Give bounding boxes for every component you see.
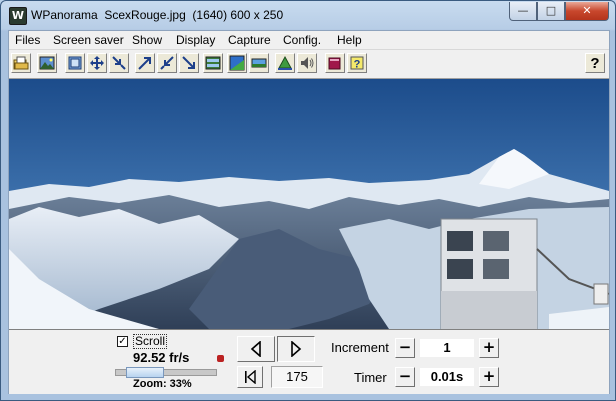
expand-diagonal-icon — [182, 56, 195, 69]
book-button[interactable] — [325, 53, 345, 73]
title-bar[interactable]: W WPanorama ScexRouge.jpg (1640) 600 x 2… — [1, 1, 615, 29]
increment-value[interactable]: 1 — [419, 338, 475, 358]
frame-position-field[interactable]: 175 — [271, 366, 323, 388]
window-title: WPanorama ScexRouge.jpg (1640) 600 x 250 — [31, 8, 284, 22]
sound-button[interactable] — [297, 53, 317, 73]
close-button[interactable]: ✕ — [565, 2, 609, 21]
timer-minus-button[interactable]: − — [395, 367, 415, 387]
help-topic-button[interactable]: ? — [347, 53, 367, 73]
menu-files[interactable]: Files — [15, 33, 40, 47]
go-to-start-button[interactable] — [237, 366, 263, 388]
menu-help[interactable]: Help — [337, 33, 362, 47]
app-window: W WPanorama ScexRouge.jpg (1640) 600 x 2… — [0, 0, 616, 401]
scroll-checkbox-label[interactable]: Scroll — [133, 334, 168, 349]
gradient-button[interactable] — [227, 53, 247, 73]
panorama-strip-button[interactable] — [249, 53, 269, 73]
toolbar: ? ? — [9, 50, 609, 79]
triangle-left-icon — [250, 341, 261, 357]
picture-icon — [39, 56, 55, 70]
panorama-image — [9, 79, 609, 329]
shrink-diagonal-icon — [160, 56, 174, 70]
minimize-button[interactable]: — — [509, 2, 537, 21]
expand-icon — [138, 57, 151, 70]
scroll-checkbox[interactable]: ✓ — [117, 336, 128, 347]
record-indicator-icon — [217, 355, 224, 362]
caption-buttons: — □ ✕ — [509, 2, 609, 21]
increment-label: Increment — [331, 340, 389, 355]
help-icon: ? — [590, 54, 600, 72]
maximize-button[interactable]: □ — [537, 2, 565, 21]
menu-capture[interactable]: Capture — [228, 33, 271, 47]
client-area: Files Screen saver Show Display Capture … — [8, 30, 610, 394]
open-file-button[interactable] — [11, 53, 31, 73]
move-icon — [90, 56, 104, 70]
menu-show[interactable]: Show — [132, 33, 162, 47]
gradient-icon — [229, 55, 245, 71]
expand-diagonal-button[interactable] — [179, 53, 199, 73]
panorama-strip-icon — [251, 58, 267, 68]
zoom-label: Zoom: 33% — [133, 378, 192, 390]
pyramid-icon — [278, 55, 292, 70]
move-button[interactable] — [87, 53, 107, 73]
panorama-view[interactable] — [9, 79, 609, 329]
filmstrip-icon — [205, 56, 221, 70]
first-frame-icon — [245, 370, 256, 384]
book-icon — [328, 57, 341, 70]
svg-text:?: ? — [354, 59, 361, 71]
expand-button[interactable] — [135, 53, 155, 73]
filmstrip-button[interactable] — [203, 53, 223, 73]
help-topic-icon: ? — [350, 56, 364, 71]
app-icon[interactable]: W — [9, 7, 27, 25]
help-button[interactable]: ? — [585, 53, 605, 73]
picture-button[interactable] — [37, 53, 57, 73]
menu-display[interactable]: Display — [176, 33, 215, 47]
timer-plus-button[interactable]: + — [479, 367, 499, 387]
pyramid-button[interactable] — [275, 53, 295, 73]
timer-label: Timer — [354, 370, 387, 385]
shrink-button[interactable] — [109, 53, 129, 73]
open-file-icon — [13, 56, 29, 70]
zoom-slider-thumb[interactable] — [126, 367, 164, 378]
increment-minus-button[interactable]: − — [395, 338, 415, 358]
menu-screen-saver[interactable]: Screen saver — [53, 33, 124, 47]
speaker-icon — [301, 57, 314, 69]
fit-window-button[interactable] — [65, 53, 85, 73]
menu-config[interactable]: Config. — [283, 33, 321, 47]
shrink-diagonal-button[interactable] — [157, 53, 177, 73]
menu-bar: Files Screen saver Show Display Capture … — [9, 31, 609, 50]
scroll-left-button[interactable] — [237, 336, 275, 362]
fit-window-icon — [68, 56, 82, 70]
shrink-icon — [112, 56, 126, 70]
timer-value[interactable]: 0.01s — [419, 367, 475, 387]
frame-rate-readout: 92.52 fr/s — [133, 350, 190, 365]
scroll-right-button[interactable] — [277, 336, 315, 362]
triangle-right-icon — [291, 341, 302, 357]
control-panel: ✓ Scroll 92.52 fr/s Zoom: 33% 175 Increm… — [9, 329, 609, 394]
increment-plus-button[interactable]: + — [479, 338, 499, 358]
